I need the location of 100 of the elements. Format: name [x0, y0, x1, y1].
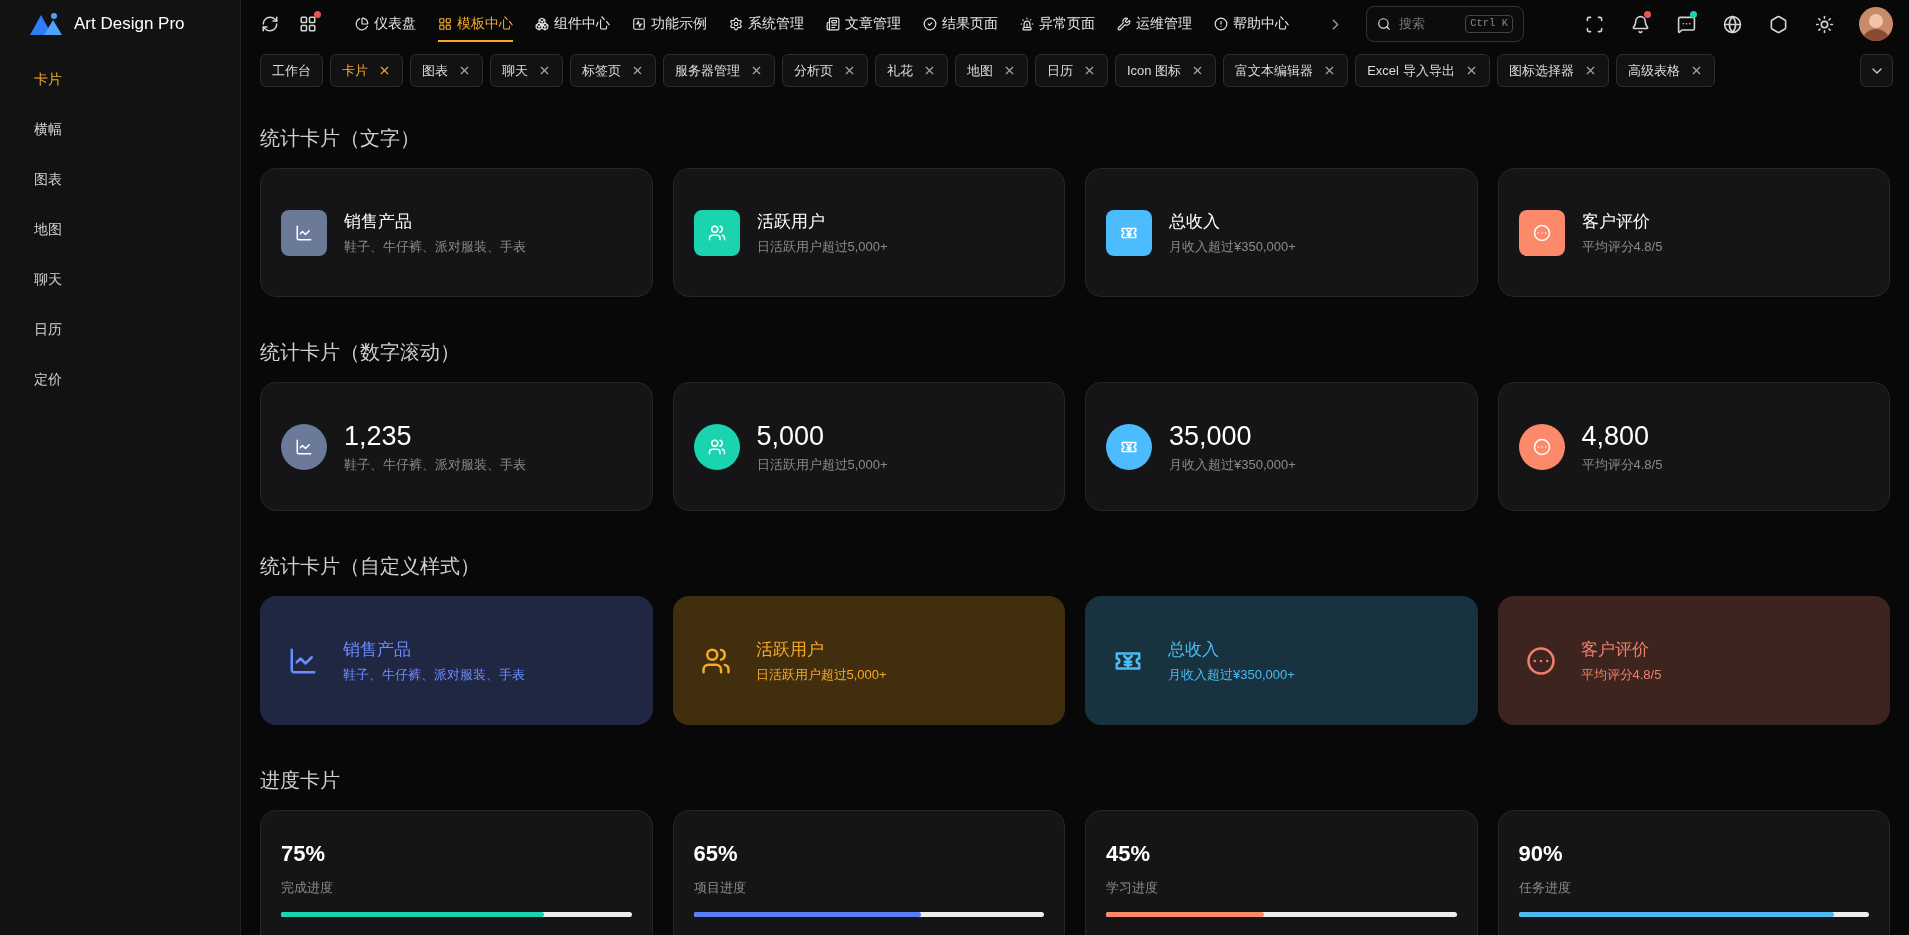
progress-value: 65% — [693, 840, 739, 868]
close-icon[interactable] — [923, 64, 936, 77]
search-icon — [1377, 17, 1391, 31]
page-tab[interactable]: Excel 导入导出 — [1355, 54, 1490, 87]
nav-menu-item[interactable]: 系统管理 — [729, 0, 804, 48]
grid-icon — [438, 17, 452, 31]
close-icon[interactable] — [1083, 64, 1096, 77]
stat-subtitle: 月收入超过¥350,000+ — [1168, 665, 1295, 684]
stat-title: 销售产品 — [344, 210, 413, 233]
stat-subtitle: 平均评分4.8/5 — [1581, 237, 1663, 256]
page-tab[interactable]: 服务器管理 — [663, 54, 775, 87]
stat-title: 总收入 — [1169, 210, 1221, 233]
stat-subtitle: 鞋子、牛仔裤、派对服装、手表 — [344, 455, 526, 474]
stat-title: 销售产品 — [343, 638, 412, 661]
sidebar-item[interactable]: 聊天 — [0, 254, 240, 304]
nav-menu-item[interactable]: 功能示例 — [632, 0, 707, 48]
users-icon — [707, 437, 726, 456]
close-icon[interactable] — [1003, 64, 1016, 77]
stat-title: 客户评价 — [1581, 210, 1651, 233]
stat-title: 活跃用户 — [756, 210, 826, 233]
page-tab[interactable]: 图标选择器 — [1496, 54, 1609, 87]
section-title: 统计卡片（文字） — [260, 126, 421, 151]
nav-menu-item[interactable]: 运维管理 — [1117, 0, 1192, 48]
stat-value: 5,000 — [756, 419, 826, 453]
stat-subtitle: 月收入超过¥350,000+ — [1169, 237, 1296, 256]
progress-value: 45% — [1106, 840, 1152, 868]
stat-title: 总收入 — [1168, 638, 1220, 661]
gear-icon — [729, 17, 743, 31]
page-tab[interactable]: 聊天 — [490, 54, 563, 87]
progress-value: 75% — [281, 840, 327, 868]
stat-value: 35,000 — [1169, 419, 1253, 453]
page-tab[interactable]: Icon 图标 — [1115, 54, 1217, 87]
nav-menu-item[interactable]: 结果页面 — [923, 0, 998, 48]
stat-subtitle: 月收入超过¥350,000+ — [1169, 455, 1296, 474]
close-icon[interactable] — [378, 64, 391, 77]
pie-chart-icon — [355, 17, 369, 31]
blocks-icon — [535, 17, 549, 31]
app-name: Art Design Pro — [74, 13, 185, 36]
page-tab[interactable]: 图表 — [410, 54, 483, 87]
progress-value: 90% — [1518, 840, 1564, 868]
sidebar-item[interactable]: 卡片 — [0, 54, 240, 104]
tabs-dropdown-button[interactable] — [1860, 54, 1893, 87]
page-tab[interactable]: 礼花 — [875, 54, 948, 87]
page-tab[interactable]: 工作台 — [260, 54, 323, 87]
nav-menu-item[interactable]: 文章管理 — [826, 0, 901, 48]
avatar[interactable] — [1859, 7, 1893, 41]
logo-icon — [30, 13, 62, 35]
stat-subtitle: 日活跃用户超过5,000+ — [756, 237, 888, 256]
nav-menu-item[interactable]: 模板中心 — [438, 0, 513, 48]
stat-value: 1,235 — [344, 419, 413, 453]
chat-icon[interactable] — [1675, 13, 1697, 35]
nav-menu-item[interactable]: 组件中心 — [535, 0, 610, 48]
section-title: 统计卡片（自定义样式） — [260, 554, 481, 579]
stat-subtitle: 平均评分4.8/5 — [1581, 455, 1663, 474]
close-icon[interactable] — [750, 64, 763, 77]
line-chart-icon — [295, 437, 313, 456]
stat-subtitle: 鞋子、牛仔裤、派对服装、手表 — [344, 237, 526, 256]
page-tab[interactable]: 富文本编辑器 — [1223, 54, 1349, 87]
shortcut-hint: Ctrl K — [1465, 15, 1513, 33]
stat-subtitle: 平均评分4.8/5 — [1580, 665, 1662, 684]
users-icon — [707, 223, 726, 242]
page-tab[interactable]: 标签页 — [570, 54, 656, 87]
close-icon[interactable] — [843, 64, 856, 77]
search-field[interactable]: 搜索 Ctrl K — [1366, 6, 1524, 42]
sidebar-item[interactable]: 日历 — [0, 304, 240, 354]
section-title: 进度卡片 — [260, 768, 341, 793]
progress-label: 任务进度 — [1518, 879, 1572, 897]
close-icon[interactable] — [631, 64, 644, 77]
stat-title: 活跃用户 — [755, 638, 825, 661]
newspaper-icon — [826, 17, 840, 31]
stat-title: 客户评价 — [1580, 638, 1650, 661]
search-input[interactable]: 搜索 — [1399, 14, 1449, 34]
wrench-icon — [1117, 17, 1131, 31]
ellipsis-circle-icon — [1532, 223, 1551, 242]
page-tab[interactable]: 卡片 — [330, 54, 403, 87]
ellipsis-circle-icon — [1525, 645, 1556, 676]
sun-icon[interactable] — [1813, 13, 1835, 35]
sidebar-item[interactable]: 图表 — [0, 154, 240, 204]
progress-label: 学习进度 — [1106, 879, 1159, 897]
page-tab[interactable]: 日历 — [1035, 54, 1108, 87]
progress-label: 项目进度 — [693, 879, 747, 897]
refresh-icon[interactable] — [261, 15, 279, 33]
nav-menu-item[interactable]: 异常页面 — [1020, 0, 1095, 48]
nav-menu-item[interactable]: 帮助中心 — [1214, 0, 1289, 48]
sidebar-item[interactable]: 定价 — [0, 354, 240, 404]
page-tab[interactable]: 分析页 — [782, 54, 868, 87]
page-tab[interactable]: 高级表格 — [1615, 54, 1715, 87]
stat-value: 4,800 — [1581, 419, 1651, 453]
section-title: 统计卡片（数字滚动） — [260, 340, 461, 365]
progress-label: 完成进度 — [281, 879, 334, 897]
globe-icon[interactable] — [1721, 13, 1743, 35]
alert-circle-icon — [1214, 17, 1228, 31]
sidebar-item[interactable]: 横幅 — [0, 104, 240, 154]
sidebar-item[interactable]: 地图 — [0, 204, 240, 254]
nav-menu-item[interactable]: 仪表盘 — [355, 0, 416, 48]
close-icon[interactable] — [458, 64, 471, 77]
line-chart-icon — [295, 223, 313, 242]
close-icon[interactable] — [538, 64, 551, 77]
page-tab[interactable]: 地图 — [955, 54, 1028, 87]
ellipsis-circle-icon — [1532, 437, 1551, 456]
